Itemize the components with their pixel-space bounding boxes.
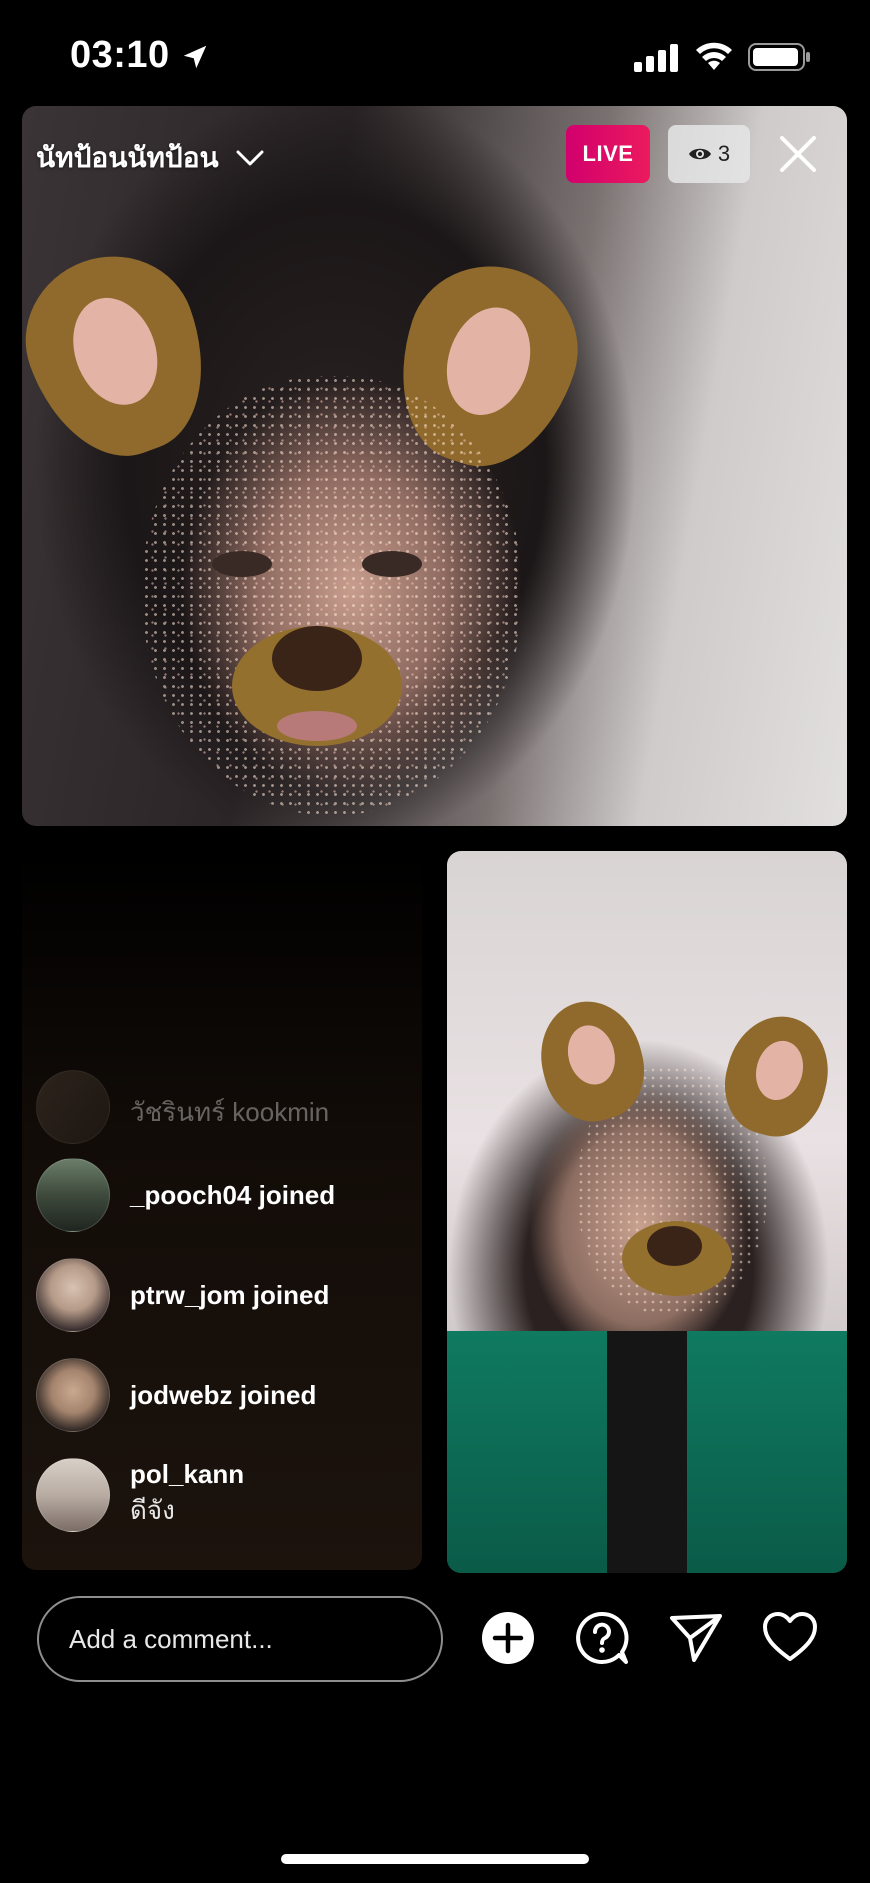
avatar <box>36 1158 110 1232</box>
dog-nose-filter <box>272 626 362 691</box>
status-time: 03:10 <box>70 34 170 76</box>
host-video[interactable] <box>22 106 847 826</box>
guest-video[interactable] <box>447 851 847 1573</box>
comment-item: วัชรินทร์ kookmin <box>36 1070 329 1144</box>
join-text: ptrw_jom joined <box>130 1279 330 1310</box>
host-username-switcher[interactable]: นัทป้อนนัทป้อน <box>36 136 265 180</box>
glitter-face-filter <box>142 376 522 816</box>
chevron-down-icon <box>236 150 264 166</box>
live-comments-panel[interactable]: วัชรินทร์ kookmin _pooch04 joined ptrw_j… <box>22 850 422 1570</box>
comment-username: pol_kann <box>130 1459 245 1489</box>
eye-icon <box>688 148 711 160</box>
battery-icon <box>748 43 810 71</box>
comment-item: pol_kann ดีจัง <box>36 1458 244 1532</box>
join-item: jodwebz joined <box>36 1358 316 1432</box>
question-icon[interactable] <box>574 1610 630 1666</box>
add-icon[interactable] <box>480 1610 536 1666</box>
host-lips <box>277 711 357 741</box>
send-icon[interactable] <box>668 1610 724 1666</box>
avatar <box>36 1258 110 1332</box>
heart-icon[interactable] <box>762 1610 818 1666</box>
cellular-signal-icon <box>634 44 678 72</box>
comment-text: วัชรินทร์ kookmin <box>130 1096 330 1127</box>
guest-shirt <box>607 1331 687 1573</box>
comment-text: ดีจัง <box>130 1495 175 1525</box>
live-badge: LIVE <box>566 125 650 183</box>
host-eye-left <box>212 551 272 577</box>
host-eye-right <box>362 551 422 577</box>
join-item: ptrw_jom joined <box>36 1258 329 1332</box>
dog-nose-filter <box>647 1226 702 1266</box>
avatar <box>36 1070 110 1144</box>
avatar <box>36 1358 110 1432</box>
join-item: _pooch04 joined <box>36 1158 335 1232</box>
join-text: _pooch04 joined <box>130 1179 336 1210</box>
viewer-count: 3 <box>717 141 731 166</box>
viewer-count-badge[interactable]: 3 <box>668 125 750 183</box>
join-text: jodwebz joined <box>130 1379 317 1410</box>
avatar <box>36 1458 110 1532</box>
close-icon[interactable] <box>778 134 818 174</box>
location-arrow-icon <box>183 45 207 69</box>
host-username: นัทป้อนนัทป้อน <box>36 142 219 173</box>
home-indicator[interactable] <box>281 1854 589 1864</box>
status-bar: 03:10 <box>0 0 870 100</box>
comment-input[interactable] <box>69 1598 429 1680</box>
comment-field[interactable] <box>37 1596 443 1682</box>
wifi-icon <box>696 42 732 70</box>
